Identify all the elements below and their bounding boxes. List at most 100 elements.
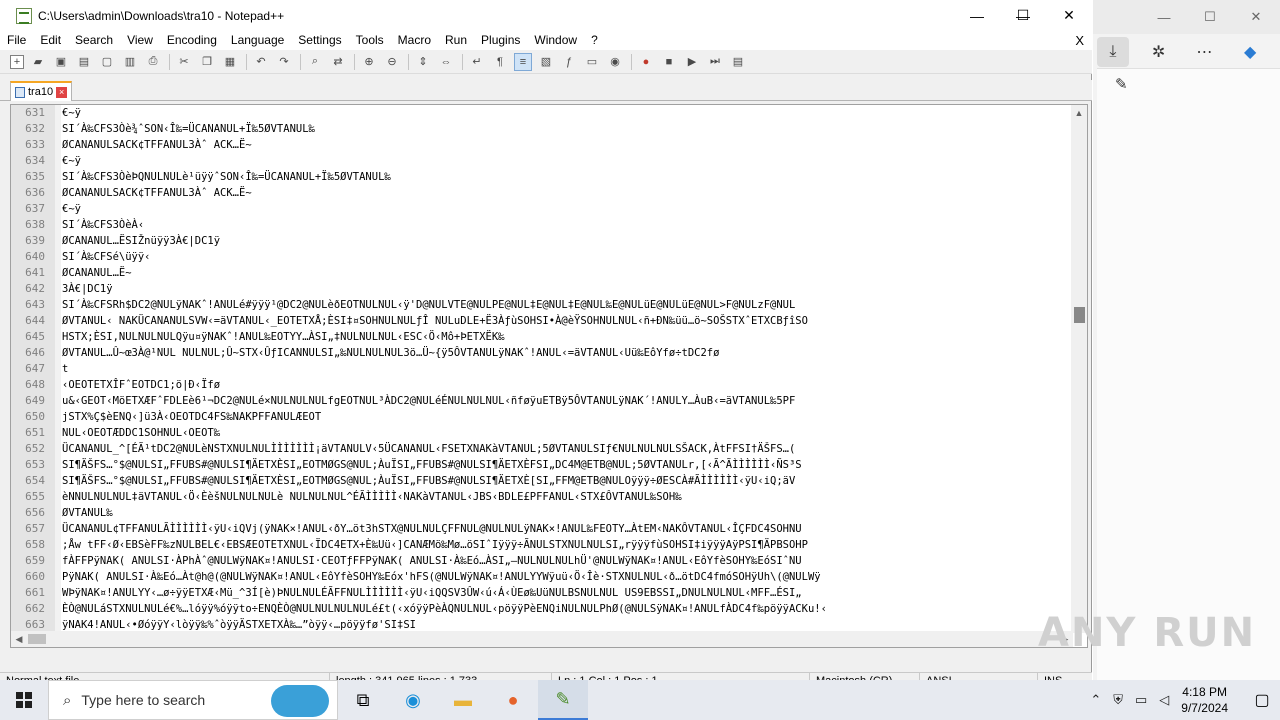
menu-language[interactable]: Language [224,31,291,50]
save-macro-icon[interactable]: ▤ [729,53,747,71]
editor-line[interactable]: 645 HSTX;ÈSI,NULNULNULQÿu¤ÿNAKˆ!ANUL‰EOTY… [11,329,1073,345]
new-file-icon[interactable]: + [10,54,24,69]
save-icon[interactable]: ▣ [52,53,70,71]
replace-icon[interactable]: ⇄ [329,53,347,71]
more-options-icon[interactable]: ⋯ [1189,37,1221,67]
notification-icon[interactable]: ▢ [1244,680,1280,720]
start-button[interactable] [0,680,48,720]
horizontal-scroll-thumb[interactable] [28,634,46,644]
extensions-icon[interactable]: ✲ [1143,37,1175,67]
firefox-icon[interactable]: ● [488,680,538,720]
title-bar[interactable]: C:\Users\admin\Downloads\tra10 - Notepad… [0,0,1092,31]
edge-icon[interactable]: ◉ [388,680,438,720]
run-macro-multiple-icon[interactable]: ⏭ [706,53,724,71]
taskbar-search[interactable]: ⌕ Type here to search [48,680,338,720]
editor-line[interactable]: 647 t [11,361,1073,377]
editor-line[interactable]: 649 u&‹GEOT‹MöETXÆFˆFDLEè6¹¬DC2@NULé×NULN… [11,393,1073,409]
close-document-button[interactable]: X [1075,31,1084,50]
menu-window[interactable]: Window [527,31,584,50]
editor-line[interactable]: 643 SI´À‰CFSRh$DC2@NULÿNAKˆ!ANULé#ÿÿÿ¹@DC… [11,297,1073,313]
copilot-icon[interactable]: ◆ [1234,37,1266,67]
cut-icon[interactable]: ✂ [175,53,193,71]
record-macro-icon[interactable]: ● [637,53,655,71]
find-icon[interactable]: ⌕ [306,53,324,71]
editor-line[interactable]: 633 ØCANANULSACK¢TFFANUL3Àˆ ACK…Ë~ [11,137,1073,153]
editor-line[interactable]: 658 ;Åw tFF‹Ø‹EBSèFF‰zNULBEL€‹EBSÆEOTETXN… [11,537,1073,553]
paste-icon[interactable]: ▦ [221,53,239,71]
sync-horizontal-icon[interactable]: ⇔ [437,53,455,71]
close-icon[interactable]: ▢ [98,53,116,71]
zoom-in-icon[interactable]: ⊕ [360,53,378,71]
scroll-up-icon[interactable]: ▲ [1071,105,1087,121]
editor-line[interactable]: 632 SI´À‰CFS3Òè¾ˆSON‹Î‰=ÜCANANUL+Ï‰5ØVTAN… [11,121,1073,137]
file-explorer-icon[interactable]: ▬ [438,680,488,720]
editor-line[interactable]: 639 ØCANANUL…ËSIŽnüÿÿ3À€|DC1ÿ [11,233,1073,249]
indent-guide-icon[interactable]: ≡ [514,52,532,71]
menu-macro[interactable]: Macro [391,31,438,50]
editor-line[interactable]: 640 SI´À‰CFSé\üÿÿ‹ [11,249,1073,265]
menu-run[interactable]: Run [438,31,474,50]
menu-plugins[interactable]: Plugins [474,31,527,50]
function-list-icon[interactable]: ƒ [560,53,578,71]
editor-line[interactable]: 635 SI´À‰CFS3ÒèÞQNULNULè¹üÿÿˆSON‹Î‰=ÜCANA… [11,169,1073,185]
network-icon[interactable]: ▭ [1135,692,1147,708]
menu-tools[interactable]: Tools [349,31,391,50]
editor-line[interactable]: 636 ØCANANULSACK¢TFFANUL3Àˆ ACK…Ë~ [11,185,1073,201]
menu-view[interactable]: View [120,31,160,50]
monitoring-icon[interactable]: ◉ [606,53,624,71]
editor-line[interactable]: 650 jSTX%Ç$èENQ‹]ü3À‹OEOTDC4FS‰NAKPFFANUL… [11,409,1073,425]
editor-line[interactable]: 661 WÞÿNAK¤!ANULYY‹…ø÷ÿÿETXÆ‹Mü_^3Í[è)ÞNU… [11,585,1073,601]
editor-line[interactable]: 654 SI¶ÄŠFS…°$@NULSI„FFUBS#@NULSI¶ÄETXÈSI… [11,473,1073,489]
editor-line[interactable]: 652 ÜCANANUL_^[ÉÃ¹tDC2@NULèNSTXNULNULÌÌÌÌ… [11,441,1073,457]
editor-line[interactable]: 657 ÜCANANUL¢TFFANULÃÌÌÌÌÌÌ‹ÿU‹iQVj(ÿNAK×… [11,521,1073,537]
copy-icon[interactable]: ❐ [198,53,216,71]
editor-line[interactable]: 655 èNNULNULNUL‡äVTANUL‹Ö‹ÈèšNULNULNULè N… [11,489,1073,505]
pin-icon[interactable]: ✎ [1115,75,1128,93]
clock[interactable]: 4:18 PM 9/7/2024 [1181,684,1228,716]
save-all-icon[interactable]: ▤ [75,53,93,71]
browser-close-button[interactable]: ✕ [1233,0,1279,34]
show-all-chars-icon[interactable]: ¶ [491,53,509,71]
menu-edit[interactable]: Edit [33,31,68,50]
play-macro-icon[interactable]: ▶ [683,53,701,71]
browser-minimize-button[interactable]: — [1141,0,1187,34]
editor-line[interactable]: 638 SI´À‰CFS3ÒèÀ‹ [11,217,1073,233]
horizontal-scrollbar[interactable]: ◀ ▶ [11,631,1073,647]
download-icon[interactable]: ⤓ [1097,37,1129,67]
maximize-button[interactable]: ☐ [1000,0,1046,31]
task-view-icon[interactable]: ⧉ [338,680,388,720]
security-icon[interactable]: ⛨ [1113,692,1123,708]
editor-line[interactable]: 656 ØVTANUL‰ [11,505,1073,521]
open-file-icon[interactable]: ▰ [29,53,47,71]
editor-line[interactable]: 637 €~ÿ [11,201,1073,217]
editor-line[interactable]: 660 PÿNAK( ANULSI·À‰Eó…Àt@h@(@NULWÿNAK¤!A… [11,569,1073,585]
vertical-scrollbar[interactable]: ▲ ▼ [1071,105,1087,633]
redo-icon[interactable]: ↷ [275,53,293,71]
menu-file[interactable]: File [0,31,33,50]
menu-encoding[interactable]: Encoding [160,31,224,50]
scroll-left-icon[interactable]: ◀ [11,631,27,647]
editor-line[interactable]: 659 fÀFFPÿNAK( ANULSI·ÀPhÀˆ@NULWÿNAK¤!ANU… [11,553,1073,569]
editor-line[interactable]: 653 SI¶ÄŠFS…°$@NULSI„FFUBS#@NULSI¶ÄETXÈSI… [11,457,1073,473]
undo-icon[interactable]: ↶ [252,53,270,71]
editor-line[interactable]: 648 ‹OEOTETXÎFˆEOTDC1;ö|Ð‹Ïfø [11,377,1073,393]
notepadpp-taskbar-icon[interactable]: ✎ [538,680,588,720]
zoom-out-icon[interactable]: ⊖ [383,53,401,71]
chevron-up-icon[interactable]: ⌃ [1090,692,1101,708]
editor-line[interactable]: 662 ÈÒ@NULáSTXNULNULé€%…lóÿÿ%óÿÿto÷ENQÈÒ@… [11,601,1073,617]
tab-close-icon[interactable]: × [56,86,68,98]
editor-line[interactable]: 651 NUL‹OEOTÆDDC1SOHNUL‹OEOT‰ [11,425,1073,441]
vertical-scroll-thumb[interactable] [1074,307,1085,323]
editor-line[interactable]: 641 ØCANANUL…Ë~ [11,265,1073,281]
editor-line[interactable]: 646 ØVTANUL…Û~œ3À@¹NUL NULNUL;Û~STX‹ÛƒICA… [11,345,1073,361]
volume-icon[interactable]: ◁ [1159,692,1169,708]
editor-line[interactable]: 642 3À€|DC1ÿ [11,281,1073,297]
editor-line[interactable]: 631 €~ÿ [11,105,1073,121]
editor-area[interactable]: 631 €~ÿ 632 SI´À‰CFS3Òè¾ˆSON‹Î‰=ÜCANANUL+Ï‰… [10,104,1088,648]
close-all-icon[interactable]: ▥ [121,53,139,71]
menu-settings[interactable]: Settings [291,31,348,50]
browser-restore-button[interactable]: ☐ [1187,0,1233,34]
word-wrap-icon[interactable]: ↵ [468,53,486,71]
close-button[interactable]: ✕ [1046,0,1092,31]
menu-help[interactable]: ? [584,31,605,50]
